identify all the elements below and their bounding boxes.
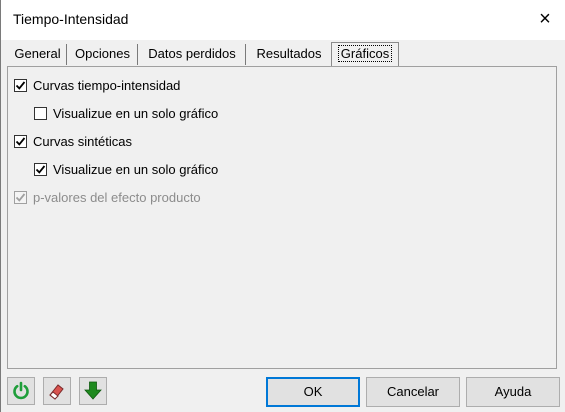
help-button[interactable]: Ayuda bbox=[466, 377, 560, 407]
move-down-button[interactable] bbox=[79, 377, 107, 405]
tab-panel-graficos: Curvas tiempo-intensidad Visualizue en u… bbox=[7, 66, 557, 369]
tab-resultados[interactable]: Resultados bbox=[247, 44, 331, 65]
checkbox[interactable] bbox=[34, 107, 47, 120]
reset-icon bbox=[13, 381, 29, 400]
tab-label: Resultados bbox=[256, 46, 322, 61]
button-bar: OK Cancelar Ayuda bbox=[1, 370, 565, 412]
tab-label: Datos perdidos bbox=[148, 46, 236, 61]
checkbox-label: Visualizue en un solo gráfico bbox=[53, 106, 219, 121]
reset-button[interactable] bbox=[7, 377, 35, 405]
tab-label: General bbox=[14, 46, 61, 61]
checkmark-icon bbox=[15, 137, 26, 146]
help-label: Ayuda bbox=[494, 384, 532, 399]
checkmark-icon bbox=[15, 81, 26, 90]
checkbox[interactable] bbox=[14, 79, 27, 92]
tab-general[interactable]: General bbox=[9, 44, 67, 65]
clear-button[interactable] bbox=[43, 377, 71, 405]
eraser-icon bbox=[49, 384, 64, 400]
arrow-down-icon bbox=[84, 381, 102, 400]
close-icon[interactable]: × bbox=[528, 4, 562, 34]
checkbox-label: Visualizue en un solo gráfico bbox=[53, 162, 219, 177]
tab-label: Opciones bbox=[75, 46, 130, 61]
checkbox[interactable] bbox=[34, 163, 47, 176]
checkbox-label: p-valores del efecto producto bbox=[33, 190, 201, 205]
checkbox-label: Curvas tiempo-intensidad bbox=[33, 78, 181, 93]
cancel-label: Cancelar bbox=[386, 384, 440, 399]
checkbox[interactable] bbox=[14, 135, 27, 148]
checkmark-icon bbox=[15, 193, 26, 202]
window-title: Tiempo-Intensidad bbox=[13, 11, 129, 27]
tab-datos-perdidos[interactable]: Datos perdidos bbox=[139, 44, 246, 65]
title-bar: Tiempo-Intensidad × bbox=[1, 0, 565, 40]
checkbox bbox=[14, 191, 27, 204]
checkmark-icon bbox=[35, 165, 46, 174]
tab-opciones[interactable]: Opciones bbox=[68, 44, 138, 65]
tab-label: Gráficos bbox=[337, 45, 393, 62]
checkbox-label: Curvas sintéticas bbox=[33, 134, 132, 149]
ok-button[interactable]: OK bbox=[266, 377, 360, 407]
dialog-window: Tiempo-Intensidad × General Opciones Dat… bbox=[0, 0, 565, 412]
tab-graficos[interactable]: Gráficos bbox=[331, 42, 399, 66]
cancel-button[interactable]: Cancelar bbox=[366, 377, 460, 407]
ok-label: OK bbox=[303, 384, 323, 399]
